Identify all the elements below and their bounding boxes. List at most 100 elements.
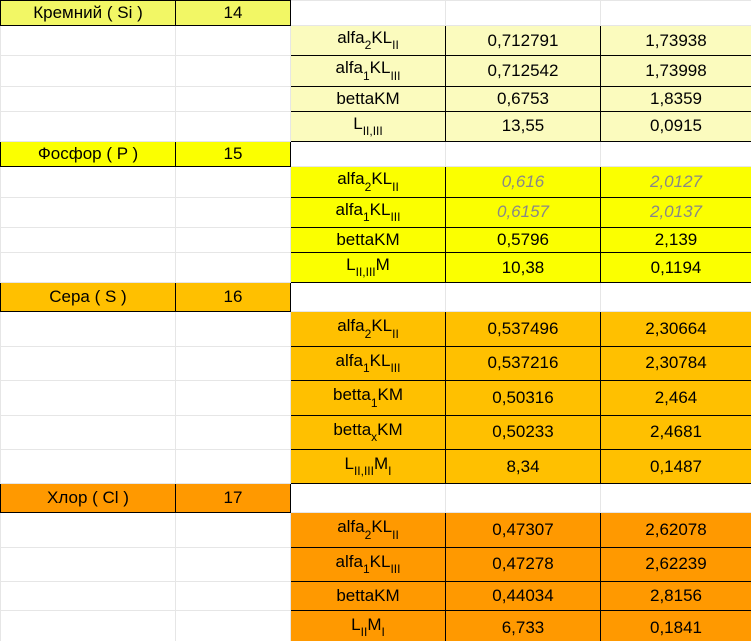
value-2: 1,73938: [601, 26, 751, 56]
value-1: 0,5796: [446, 227, 601, 252]
value-2: 2,8156: [601, 582, 751, 611]
empty-cell: [1, 582, 176, 611]
empty-cell: [176, 26, 291, 56]
empty-cell: [1, 449, 176, 483]
empty-cell: [176, 381, 291, 415]
line-label: LIIMI: [291, 611, 446, 641]
empty-cell: [176, 86, 291, 111]
value-1: 0,6157: [446, 197, 601, 227]
line-label: alfa1KLIII: [291, 547, 446, 581]
value-2: 0,0915: [601, 111, 751, 141]
value-2: 2,30784: [601, 346, 751, 380]
empty-cell: [291, 283, 446, 312]
element-name: Хлор ( Cl ): [1, 484, 176, 513]
empty-cell: [176, 227, 291, 252]
empty-cell: [1, 227, 176, 252]
value-2: 2,62078: [601, 513, 751, 547]
value-2: 0,1194: [601, 252, 751, 282]
xray-lines-table: Кремний ( Si )14alfa2KLII0,7127911,73938…: [0, 0, 751, 641]
line-label: betta1KM: [291, 381, 446, 415]
atomic-number: 15: [176, 142, 291, 167]
value-1: 0,537496: [446, 312, 601, 346]
atomic-number: 16: [176, 283, 291, 312]
empty-cell: [601, 1, 751, 26]
empty-cell: [1, 197, 176, 227]
line-label: bettaKM: [291, 86, 446, 111]
empty-cell: [291, 484, 446, 513]
line-label: alfa1KLIII: [291, 56, 446, 86]
value-2: 2,30664: [601, 312, 751, 346]
empty-cell: [176, 449, 291, 483]
value-1: 0,616: [446, 167, 601, 197]
value-2: 2,4681: [601, 415, 751, 449]
element-name: Фосфор ( P ): [1, 142, 176, 167]
empty-cell: [176, 415, 291, 449]
empty-cell: [176, 167, 291, 197]
line-label: alfa2KLII: [291, 167, 446, 197]
empty-cell: [1, 312, 176, 346]
value-2: 2,0137: [601, 197, 751, 227]
value-1: 6,733: [446, 611, 601, 641]
value-2: 1,8359: [601, 86, 751, 111]
empty-cell: [1, 167, 176, 197]
empty-cell: [1, 26, 176, 56]
empty-cell: [1, 513, 176, 547]
empty-cell: [291, 1, 446, 26]
line-label: alfa2KLII: [291, 26, 446, 56]
empty-cell: [176, 547, 291, 581]
line-label: LII,IIIM: [291, 252, 446, 282]
value-2: 1,73998: [601, 56, 751, 86]
value-1: 8,34: [446, 449, 601, 483]
line-label: bettaxKM: [291, 415, 446, 449]
line-label: alfa2KLII: [291, 513, 446, 547]
empty-cell: [1, 252, 176, 282]
empty-cell: [176, 611, 291, 641]
value-2: 2,62239: [601, 547, 751, 581]
empty-cell: [176, 111, 291, 141]
empty-cell: [601, 484, 751, 513]
element-name: Сера ( S ): [1, 283, 176, 312]
value-2: 2,464: [601, 381, 751, 415]
value-1: 0,50316: [446, 381, 601, 415]
atomic-number: 14: [176, 1, 291, 26]
empty-cell: [176, 197, 291, 227]
line-label: bettaKM: [291, 227, 446, 252]
value-2: 2,0127: [601, 167, 751, 197]
line-label: alfa1KLIII: [291, 197, 446, 227]
value-1: 0,47307: [446, 513, 601, 547]
empty-cell: [601, 283, 751, 312]
empty-cell: [176, 312, 291, 346]
value-1: 0,50233: [446, 415, 601, 449]
value-1: 0,712542: [446, 56, 601, 86]
line-label: alfa1KLIII: [291, 346, 446, 380]
atomic-number: 17: [176, 484, 291, 513]
empty-cell: [601, 142, 751, 167]
value-1: 10,38: [446, 252, 601, 282]
value-1: 13,55: [446, 111, 601, 141]
empty-cell: [176, 56, 291, 86]
value-1: 0,44034: [446, 582, 601, 611]
value-1: 0,47278: [446, 547, 601, 581]
empty-cell: [446, 484, 601, 513]
line-label: bettaKM: [291, 582, 446, 611]
value-1: 0,712791: [446, 26, 601, 56]
empty-cell: [1, 381, 176, 415]
value-1: 0,6753: [446, 86, 601, 111]
empty-cell: [1, 415, 176, 449]
value-1: 0,537216: [446, 346, 601, 380]
empty-cell: [176, 346, 291, 380]
line-label: LII,IIIMI: [291, 449, 446, 483]
empty-cell: [1, 611, 176, 641]
element-name: Кремний ( Si ): [1, 1, 176, 26]
empty-cell: [446, 1, 601, 26]
empty-cell: [176, 252, 291, 282]
empty-cell: [176, 582, 291, 611]
empty-cell: [1, 346, 176, 380]
value-2: 0,1487: [601, 449, 751, 483]
empty-cell: [1, 86, 176, 111]
empty-cell: [1, 56, 176, 86]
value-2: 0,1841: [601, 611, 751, 641]
empty-cell: [1, 111, 176, 141]
empty-cell: [446, 142, 601, 167]
line-label: alfa2KLII: [291, 312, 446, 346]
